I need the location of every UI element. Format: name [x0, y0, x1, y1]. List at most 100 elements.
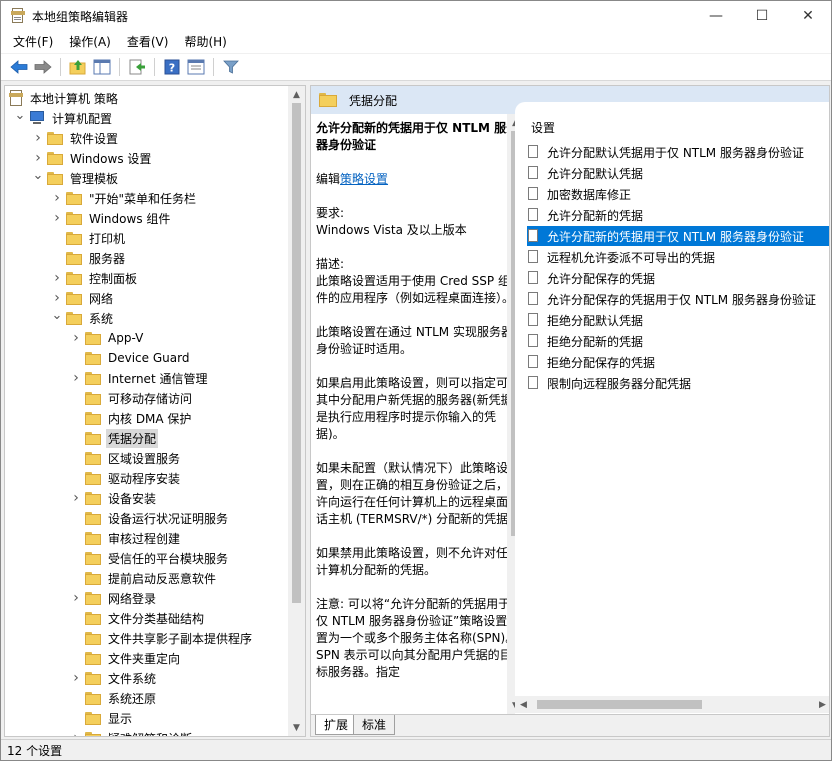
- maximize-button[interactable]: ☐: [739, 1, 785, 31]
- minimize-button[interactable]: —: [693, 1, 739, 31]
- navigation-tree[interactable]: 本地计算机 策略 ⌄ 计算机配置 › 软件设置 › Windows 设置 ⌄ 管理模板 › "开始"…: [4, 85, 306, 737]
- chevron-right-icon[interactable]: ›: [51, 188, 63, 208]
- scroll-right-arrow-icon[interactable]: ▶: [814, 696, 829, 713]
- chevron-right-icon[interactable]: ›: [70, 588, 82, 608]
- chevron-down-icon[interactable]: ⌄: [51, 305, 63, 325]
- tree-item-label: 打印机: [89, 231, 126, 246]
- setting-row[interactable]: 允许分配新的凭据用于仅 NTLM 服务器身份验证: [527, 226, 829, 246]
- menu-file[interactable]: 文件(F): [5, 31, 61, 53]
- tree-item[interactable]: Device Guard: [70, 348, 191, 368]
- tree-item[interactable]: ⌄ 系统: [51, 308, 115, 328]
- tree-item[interactable]: 文件共享影子副本提供程序: [70, 628, 254, 648]
- tree-item[interactable]: › 设备安装: [70, 488, 158, 508]
- tree-item-label: 受信任的平台模块服务: [108, 551, 229, 566]
- chevron-down-icon[interactable]: ⌄: [14, 105, 26, 125]
- tree-item[interactable]: 系统还原: [70, 688, 158, 708]
- tree-item[interactable]: › Windows 组件: [51, 208, 172, 228]
- properties-button[interactable]: [184, 56, 208, 78]
- requirements-block: 要求: Windows Vista 及以上版本: [316, 206, 467, 237]
- help-button[interactable]: ?: [160, 56, 184, 78]
- tree-item[interactable]: 提前启动反恶意软件: [70, 568, 218, 588]
- tree-item[interactable]: ⌄ 管理模板: [32, 168, 120, 188]
- chevron-down-icon[interactable]: ⌄: [32, 165, 44, 185]
- setting-row[interactable]: 加密数据库修正: [527, 184, 829, 204]
- tree-item[interactable]: 受信任的平台模块服务: [70, 548, 230, 568]
- folder-icon: [47, 171, 63, 185]
- tree-item[interactable]: › 软件设置: [32, 128, 120, 148]
- folder-icon: [85, 431, 101, 445]
- filter-icon: [223, 60, 239, 74]
- setting-row[interactable]: 允许分配保存的凭据用于仅 NTLM 服务器身份验证: [527, 289, 829, 309]
- title-bar[interactable]: 本地组策略编辑器 — ☐ ✕: [1, 1, 831, 31]
- tree-item[interactable]: › 网络登录: [70, 588, 158, 608]
- setting-row[interactable]: 允许分配保存的凭据: [527, 268, 829, 288]
- tree-item[interactable]: 打印机: [51, 228, 127, 248]
- tree-vertical-scrollbar[interactable]: ▲ ▼: [288, 86, 305, 736]
- tree-item[interactable]: ⌄ 计算机配置: [14, 108, 114, 128]
- tree-item[interactable]: 显示: [70, 708, 134, 728]
- tree-item[interactable]: 审核过程创建: [70, 528, 182, 548]
- tree-item[interactable]: 设备运行状况证明服务: [70, 508, 230, 528]
- setting-row[interactable]: 允许分配默认凭据用于仅 NTLM 服务器身份验证: [527, 142, 829, 162]
- tree-item[interactable]: 凭据分配: [70, 428, 159, 448]
- tree-item[interactable]: 文件夹重定向: [70, 648, 182, 668]
- forward-button[interactable]: [31, 56, 55, 78]
- edit-policy-link[interactable]: 策略设置: [340, 172, 388, 186]
- settings-horizontal-scrollbar[interactable]: ◀ ▶: [515, 696, 829, 713]
- show-hide-tree-button[interactable]: [90, 56, 114, 78]
- chevron-right-icon[interactable]: ›: [70, 488, 82, 508]
- setting-row[interactable]: 拒绝分配保存的凭据: [527, 352, 829, 372]
- menu-action[interactable]: 操作(A): [61, 31, 119, 53]
- chevron-right-icon[interactable]: ›: [70, 668, 82, 688]
- chevron-right-icon[interactable]: ›: [70, 368, 82, 388]
- tree-item[interactable]: 内核 DMA 保护: [70, 408, 193, 428]
- tree-item[interactable]: › "开始"菜单和任务栏: [51, 188, 198, 208]
- settings-column-header[interactable]: 设置: [531, 119, 555, 136]
- status-bar: 12 个设置: [1, 739, 831, 760]
- chevron-right-icon[interactable]: ›: [51, 268, 63, 288]
- tree-item[interactable]: 区域设置服务: [70, 448, 182, 468]
- chevron-right-icon[interactable]: ›: [51, 208, 63, 228]
- menu-view[interactable]: 查看(V): [119, 31, 177, 53]
- setting-name: 允许分配默认凭据用于仅 NTLM 服务器身份验证: [547, 145, 804, 160]
- back-button[interactable]: [7, 56, 31, 78]
- tree-item-label: 系统: [89, 311, 114, 326]
- menu-help[interactable]: 帮助(H): [176, 31, 234, 53]
- tab-standard[interactable]: 标准: [353, 715, 396, 735]
- filter-button[interactable]: [219, 56, 243, 78]
- tree-item-label: 计算机配置: [52, 111, 113, 126]
- tree-item[interactable]: › App-V: [70, 328, 145, 348]
- scroll-up-arrow-icon[interactable]: ▲: [288, 86, 305, 103]
- tree-item[interactable]: › Internet 通信管理: [70, 368, 209, 388]
- settings-scroll-thumb[interactable]: [537, 700, 702, 709]
- tree-item[interactable]: 可移动存储访问: [70, 388, 194, 408]
- chevron-right-icon[interactable]: ›: [32, 128, 44, 148]
- setting-name: 拒绝分配默认凭据: [547, 313, 644, 328]
- up-one-level-button[interactable]: [66, 56, 90, 78]
- scroll-down-arrow-icon[interactable]: ▼: [288, 719, 305, 736]
- tree-item-label: 疑难解答和诊断: [106, 729, 194, 737]
- setting-row[interactable]: 允许分配默认凭据: [527, 163, 829, 183]
- chevron-right-icon[interactable]: ›: [70, 728, 82, 736]
- tab-extended[interactable]: 扩展: [315, 715, 358, 735]
- tree-item[interactable]: › 文件系统: [70, 668, 158, 688]
- tree-scroll-thumb[interactable]: [292, 103, 301, 603]
- tree-item[interactable]: › Windows 设置: [32, 148, 153, 168]
- export-list-button[interactable]: [125, 56, 149, 78]
- chevron-right-icon[interactable]: ›: [70, 328, 82, 348]
- tree-item[interactable]: 驱动程序安装: [70, 468, 182, 488]
- minimize-icon: —: [709, 8, 723, 24]
- setting-row[interactable]: 拒绝分配默认凭据: [527, 310, 829, 330]
- setting-row[interactable]: 拒绝分配新的凭据: [527, 331, 829, 351]
- close-button[interactable]: ✕: [785, 1, 831, 31]
- setting-row[interactable]: 允许分配新的凭据: [527, 205, 829, 225]
- setting-row[interactable]: 限制向远程服务器分配凭据: [527, 373, 829, 393]
- tree-item[interactable]: › 疑难解答和诊断: [70, 728, 194, 737]
- tree-item[interactable]: › 控制面板: [51, 268, 139, 288]
- tree-item[interactable]: 文件分类基础结构: [70, 608, 206, 628]
- scroll-left-arrow-icon[interactable]: ◀: [515, 696, 532, 713]
- tree-item[interactable]: 服务器: [51, 248, 127, 268]
- setting-row[interactable]: 远程机允许委派不可导出的凭据: [527, 247, 829, 267]
